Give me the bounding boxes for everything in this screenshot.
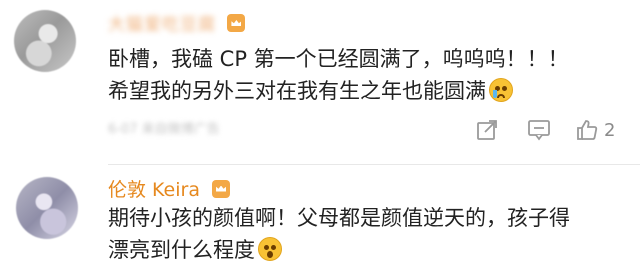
username[interactable]: 伦敦 Keira [108,175,231,202]
like-count: 2 [604,119,616,141]
username[interactable]: 大猫爱吃豆腐 [108,10,246,35]
comment-meta: 6-07 来自微博广告 [108,122,220,137]
comment-icon [528,120,550,141]
comment-line: 漂亮到什么程度 [108,234,628,266]
share-icon [477,120,497,140]
like-button[interactable]: 2 [576,117,615,143]
comment-button[interactable] [524,117,554,143]
comment-text: 卧槽，我磕 CP 第一个已经圆满了，呜呜呜！！！ 希望我的另外三对在我有生之年也… [108,43,628,107]
avatar[interactable] [16,177,78,239]
comment-line: 期待小孩的颜值啊！父母都是颜值逆天的，孩子得 [108,206,570,230]
avatar[interactable] [14,10,76,72]
screaming-face-icon [258,237,282,261]
vip-crown-icon [227,14,246,32]
comment-line: 卧槽，我磕 CP 第一个已经圆满了，呜呜呜！！！ [108,47,569,71]
crying-face-icon [489,78,513,102]
share-button[interactable] [472,117,502,143]
comment-item: 伦敦 Keira 期待小孩的颜值啊！父母都是颜值逆天的，孩子得 漂亮到什么程度 [0,165,640,270]
comment-item: 大猫爱吃豆腐 卧槽，我磕 CP 第一个已经圆满了，呜呜呜！！！ 希望我的另外三对… [0,0,640,165]
vip-crown-icon [212,179,231,198]
comment-line: 希望我的另外三对在我有生之年也能圆满 [108,75,628,107]
comment-actions: 2 [472,117,615,143]
comment-text: 期待小孩的颜值啊！父母都是颜值逆天的，孩子得 漂亮到什么程度 [108,202,628,266]
thumbs-up-icon [577,120,598,140]
